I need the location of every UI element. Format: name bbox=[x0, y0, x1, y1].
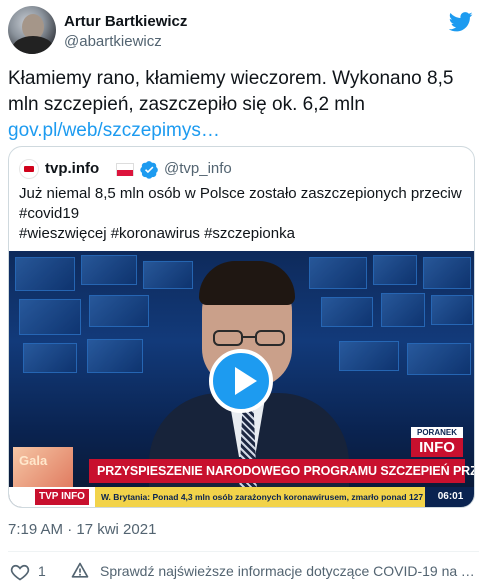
tweet-actions: 1 Sprawdź najświeższe informacje dotyczą… bbox=[8, 560, 479, 584]
quoted-tweet[interactable]: tvp.info @tvp_info Już niemal 8,5 mln os… bbox=[8, 146, 475, 508]
quote-avatar bbox=[19, 159, 39, 179]
anchor-hair bbox=[199, 261, 295, 305]
covid-info-link[interactable]: Sprawdź najświeższe informacje dotyczące… bbox=[100, 563, 478, 579]
heart-icon[interactable] bbox=[10, 562, 30, 582]
divider bbox=[8, 551, 479, 552]
info-icon[interactable] bbox=[70, 561, 90, 581]
ticker-logo: TVP INFO bbox=[35, 489, 89, 505]
video-ticker: TVP INFO W. Brytania: Ponad 4,3 mln osób… bbox=[9, 487, 474, 507]
tweet-body: Kłamiemy rano, kłamiemy wieczorem. Wykon… bbox=[8, 68, 454, 115]
ticker-text: W. Brytania: Ponad 4,3 mln osób zarażony… bbox=[95, 487, 425, 507]
quote-text: Już niemal 8,5 mln osób w Polsce zostało… bbox=[19, 184, 467, 244]
tweet-link[interactable]: gov.pl/web/szczepimys… bbox=[8, 118, 478, 144]
quote-hashtag-covid[interactable]: #covid19 bbox=[19, 204, 467, 224]
bug-top-text: PORANEK bbox=[411, 427, 463, 438]
bug-bottom-text: INFO bbox=[419, 439, 455, 456]
program-logo: Gala bbox=[13, 447, 73, 489]
play-icon[interactable] bbox=[209, 349, 273, 413]
author-handle[interactable]: @abartkiewicz bbox=[64, 33, 162, 50]
quote-hashtags[interactable]: #wieszwięcej #koronawirus #szczepionka bbox=[19, 224, 467, 244]
avatar-shirt bbox=[12, 36, 54, 54]
tweet-text: Kłamiemy rano, kłamiemy wieczorem. Wykon… bbox=[8, 66, 478, 144]
quote-author-handle: @tvp_info bbox=[164, 160, 232, 177]
tweet-timestamp[interactable]: 7:19 AM · 17 kwi 2021 bbox=[8, 521, 156, 538]
author-name[interactable]: Artur Bartkiewicz bbox=[64, 13, 187, 30]
quote-author-name: tvp.info bbox=[45, 160, 100, 177]
twitter-bird-icon[interactable] bbox=[449, 12, 473, 32]
video-player[interactable]: PORANEK INFO Gala PRZYSPIESZENIE NARODOW… bbox=[9, 251, 474, 507]
tweet-header: Artur Bartkiewicz @abartkiewicz bbox=[8, 6, 479, 58]
quote-text-line: Już niemal 8,5 mln osób w Polsce zostało… bbox=[19, 185, 462, 202]
ticker-time: 06:01 bbox=[425, 487, 474, 507]
video-headline: PRZYSPIESZENIE NARODOWEGO PROGRAMU SZCZE… bbox=[89, 459, 474, 483]
quote-header: tvp.info @tvp_info bbox=[19, 159, 459, 181]
anchor-glasses bbox=[213, 330, 285, 346]
channel-bug: PORANEK INFO bbox=[411, 427, 463, 457]
like-count[interactable]: 1 bbox=[38, 563, 46, 579]
verified-badge-icon bbox=[140, 161, 158, 179]
poland-flag-icon bbox=[116, 163, 134, 176]
author-avatar[interactable] bbox=[8, 6, 56, 54]
